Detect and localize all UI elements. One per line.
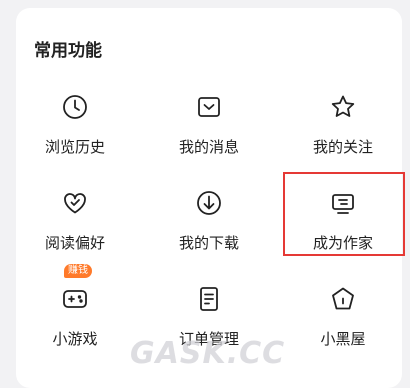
clock-icon xyxy=(60,92,90,122)
order-management-button[interactable]: 订单管理 xyxy=(154,284,264,364)
message-icon xyxy=(194,92,224,122)
section-title: 常用功能 xyxy=(34,41,102,61)
blacklist-room-label: 小黑屋 xyxy=(320,330,366,348)
my-follows-button[interactable]: 我的关注 xyxy=(288,92,398,172)
become-writer-label: 成为作家 xyxy=(312,234,373,252)
common-functions-card: 常用功能 浏览历史 我的消息 我的关注 阅读偏好 我的下载 成为作家 小游戏 订… xyxy=(16,8,402,388)
pentagon-house-icon xyxy=(328,284,358,314)
become-writer-button[interactable]: 成为作家 xyxy=(288,188,398,268)
writer-screen-icon xyxy=(328,188,358,218)
gamepad-icon xyxy=(60,284,90,314)
my-downloads-label: 我的下载 xyxy=(178,234,239,252)
reading-preference-label: 阅读偏好 xyxy=(44,234,105,252)
mini-games-button[interactable]: 小游戏 xyxy=(20,284,130,364)
heart-check-icon xyxy=(60,188,90,218)
my-follows-label: 我的关注 xyxy=(312,138,373,156)
browse-history-label: 浏览历史 xyxy=(44,138,105,156)
download-icon xyxy=(194,188,224,218)
order-management-label: 订单管理 xyxy=(178,330,239,348)
my-downloads-button[interactable]: 我的下载 xyxy=(154,188,264,268)
earn-money-badge: 赚钱 xyxy=(64,264,92,278)
reading-preference-button[interactable]: 阅读偏好 xyxy=(20,188,130,268)
blacklist-room-button[interactable]: 小黑屋 xyxy=(288,284,398,364)
my-messages-button[interactable]: 我的消息 xyxy=(154,92,264,172)
star-icon xyxy=(328,92,358,122)
order-document-icon xyxy=(194,284,224,314)
mini-games-label: 小游戏 xyxy=(52,330,98,348)
browse-history-button[interactable]: 浏览历史 xyxy=(20,92,130,172)
my-messages-label: 我的消息 xyxy=(178,138,239,156)
